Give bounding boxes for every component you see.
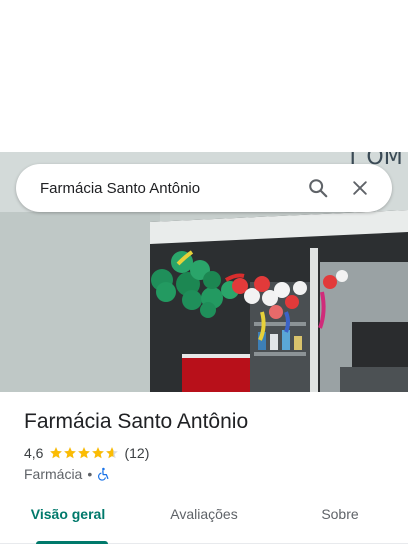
star-icon [92,447,105,459]
blank-area [0,0,408,152]
wheelchair-icon [98,467,109,481]
star-icon [78,447,91,459]
place-category: Farmácia [24,466,83,482]
review-count[interactable]: (12) [124,445,149,461]
clear-search-button[interactable] [342,170,378,206]
tab-overview[interactable]: Visão geral [0,500,136,544]
search-bar[interactable]: Farmácia Santo Antônio [16,164,392,212]
category-row: Farmácia • [24,466,111,482]
star-icon [50,447,63,459]
search-icon [309,179,328,198]
place-title: Farmácia Santo Antônio [24,410,249,433]
star-icon [64,447,77,459]
close-icon [353,181,367,195]
tab-reviews[interactable]: Avaliações [136,500,272,543]
tab-about[interactable]: Sobre [272,500,408,543]
place-tabs: Visão geral Avaliações Sobre [0,500,408,544]
rating-row[interactable]: 4,6 (12) [24,445,149,461]
search-button[interactable] [300,170,336,206]
place-info-panel: Farmácia Santo Antônio 4,6 (12) Farmácia… [0,392,408,544]
search-input[interactable]: Farmácia Santo Antônio [40,180,294,197]
separator-dot: • [87,466,93,482]
rating-value: 4,6 [24,445,44,461]
rating-stars [49,446,119,460]
star-icon [106,447,119,459]
